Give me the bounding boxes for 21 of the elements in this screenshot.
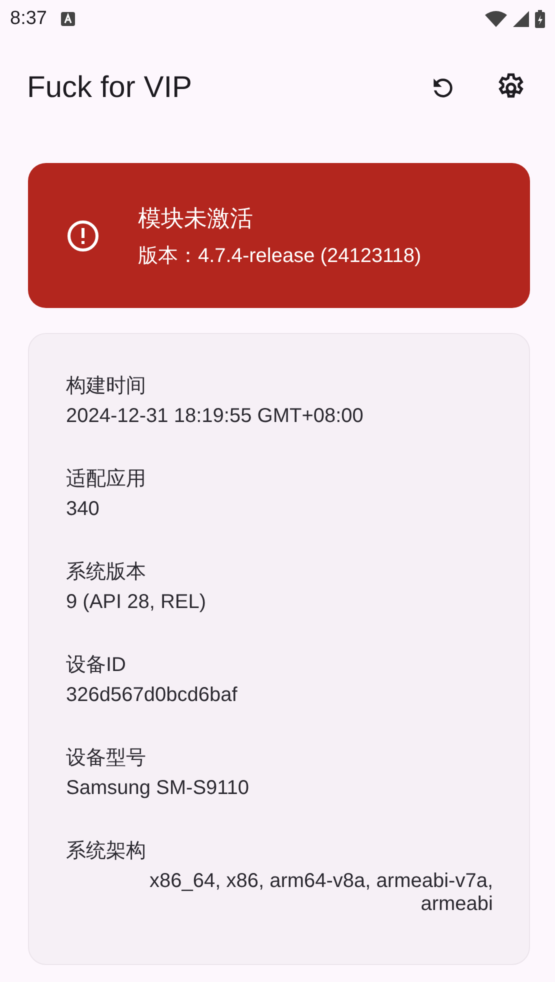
app-title: Fuck for VIP bbox=[27, 71, 194, 105]
info-label: 系统架构 bbox=[66, 839, 147, 864]
info-value: 340 bbox=[66, 498, 100, 521]
info-value: Samsung SM-S9110 bbox=[66, 777, 250, 800]
wifi-icon bbox=[485, 11, 507, 27]
status-time: 8:37 bbox=[10, 8, 47, 30]
notification-icon bbox=[60, 12, 75, 26]
info-label: 适配应用 bbox=[66, 467, 147, 492]
info-label: 设备型号 bbox=[66, 746, 147, 771]
info-value: x86_64, x86, arm64-v8a, armeabi-v7a, armeabi bbox=[148, 870, 493, 916]
battery-icon bbox=[535, 10, 545, 28]
info-value: 326d567d0bcd6baf bbox=[66, 684, 238, 707]
info-value: 2024-12-31 18:19:55 GMT+08:00 bbox=[66, 405, 364, 428]
info-label: 构建时间 bbox=[66, 374, 147, 399]
signal-icon bbox=[513, 11, 529, 27]
info-label: 系统版本 bbox=[66, 560, 147, 585]
info-value: 9 (API 28, REL) bbox=[66, 591, 208, 614]
module-status-title: 模块未激活 bbox=[138, 204, 254, 232]
module-version: 版本：4.7.4-release (24123118) bbox=[138, 244, 422, 268]
info-label: 设备ID bbox=[66, 653, 127, 678]
alert-icon bbox=[66, 218, 100, 252]
